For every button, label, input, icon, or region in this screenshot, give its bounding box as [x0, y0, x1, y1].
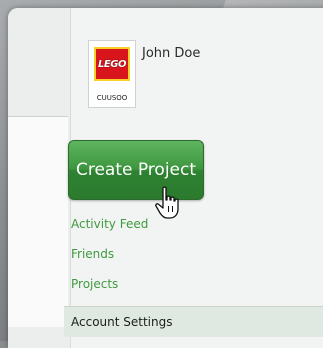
lego-logo: LEGO — [94, 47, 130, 81]
avatar[interactable]: LEGO CUUSOO — [88, 40, 136, 108]
nav-link-activity-feed[interactable]: Activity Feed — [71, 217, 148, 231]
lego-logo-text: LEGO — [98, 58, 126, 70]
hand-pointer-icon — [155, 186, 179, 219]
left-pane — [8, 8, 71, 348]
left-content-card — [8, 116, 68, 327]
app-window: LEGO CUUSOO John Doe Create Project Acti… — [8, 8, 323, 348]
nav-link-projects[interactable]: Projects — [71, 277, 118, 291]
user-name[interactable]: John Doe — [142, 46, 200, 61]
account-settings-item[interactable]: Account Settings — [64, 306, 323, 337]
account-settings-label: Account Settings — [71, 315, 173, 329]
nav-link-friends[interactable]: Friends — [71, 247, 114, 261]
cuusoo-caption: CUUSOO — [96, 94, 128, 102]
create-project-button[interactable]: Create Project — [68, 140, 204, 200]
